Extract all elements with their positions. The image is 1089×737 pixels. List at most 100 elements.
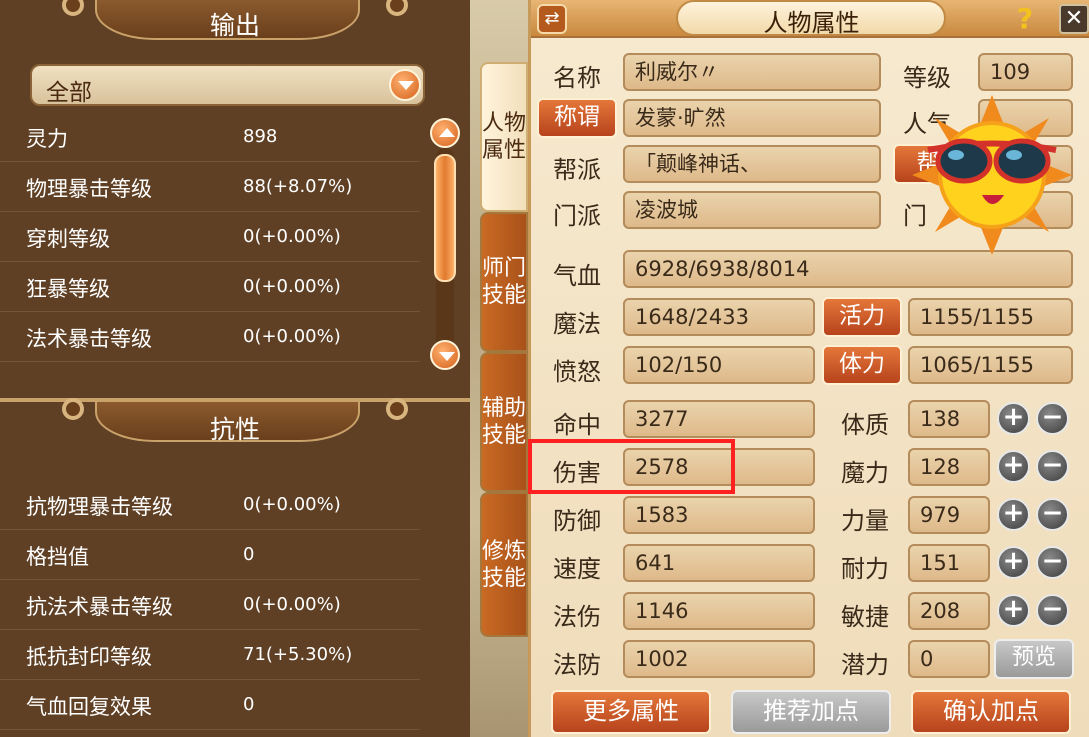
scroll-down-icon[interactable] — [430, 340, 460, 370]
stamina-field: 1065/1155 — [908, 346, 1073, 384]
tab-support-skills[interactable]: 辅助技能 — [480, 352, 528, 492]
vigor-field: 1155/1155 — [908, 298, 1073, 336]
help-icon[interactable]: ? — [1011, 2, 1039, 35]
guild-label: 帮派 — [553, 156, 601, 184]
stat-label: 气血回复效果 — [26, 695, 152, 719]
combat-stat-value: 1002 — [623, 640, 815, 678]
stat-value: 71(+5.30%) — [243, 644, 353, 665]
attribute-value: 979 — [908, 496, 990, 534]
window-titlebar: 人物属性 ⇄ ? ✕ — [531, 0, 1089, 38]
rage-label: 愤怒 — [553, 358, 601, 386]
output-stat-row: 物理暴击等级 88(+8.07%) — [0, 162, 420, 212]
attribute-label: 力量 — [841, 507, 889, 535]
combat-stat-label: 法伤 — [553, 603, 601, 631]
minus-icon[interactable]: − — [1036, 498, 1069, 531]
combat-stat-label: 命中 — [553, 411, 601, 439]
plus-icon[interactable]: + — [997, 402, 1030, 435]
stat-label: 抗法术暴击等级 — [26, 595, 173, 619]
resist-stat-row: 抗物理暴击等级 0(+0.00%) — [0, 480, 420, 530]
more-attributes-button[interactable]: 更多属性 — [551, 690, 711, 734]
combat-stat-label: 速度 — [553, 555, 601, 583]
output-section-header: 输出 — [0, 0, 470, 46]
swap-icon[interactable]: ⇄ — [537, 4, 567, 34]
tab-sect-skills[interactable]: 师门技能 — [480, 212, 528, 352]
stat-label: 灵力 — [26, 127, 68, 151]
preview-button[interactable]: 预览 — [994, 639, 1074, 679]
resist-stat-row: 抗法术暴击等级 0(+0.00%) — [0, 580, 420, 630]
sect-field: 凌波城 — [623, 191, 881, 229]
attribute-label: 耐力 — [841, 555, 889, 583]
name-label: 名称 — [553, 64, 601, 92]
resist-stat-row: 抵抗封印等级 71(+5.30%) — [0, 630, 420, 680]
stat-value: 898 — [243, 126, 278, 147]
output-stat-row: 灵力 898 — [0, 112, 420, 162]
stat-filter-selected: 全部 — [46, 80, 92, 106]
output-section-title: 输出 — [209, 11, 260, 40]
resist-stat-row: 气血回复效果 0 — [0, 680, 420, 730]
scrollbar-thumb[interactable] — [434, 154, 456, 282]
sect-label: 门派 — [553, 202, 601, 230]
tab-character-attributes[interactable]: 人物属性 — [480, 62, 528, 212]
minus-icon[interactable]: − — [1036, 402, 1069, 435]
attribute-value: 208 — [908, 592, 990, 630]
damage-highlight-box — [528, 439, 735, 494]
title-button[interactable]: 称谓 — [537, 98, 617, 138]
attribute-value: 151 — [908, 544, 990, 582]
plus-icon[interactable]: + — [997, 546, 1030, 579]
combat-stat-label: 防御 — [553, 507, 601, 535]
combat-stat-value: 3277 — [623, 400, 815, 438]
output-scrollbar[interactable] — [430, 118, 460, 380]
mp-field: 1648/2433 — [623, 298, 815, 336]
window-title: 人物属性 — [763, 9, 860, 37]
potential-label: 潜力 — [841, 651, 889, 679]
stat-label: 抗物理暴击等级 — [26, 495, 173, 519]
attribute-label: 敏捷 — [841, 603, 889, 631]
scroll-up-icon[interactable] — [430, 118, 460, 148]
output-stat-row: 狂暴等级 0(+0.00%) — [0, 262, 420, 312]
vigor-button[interactable]: 活力 — [822, 297, 902, 337]
stat-label: 抵抗封印等级 — [26, 645, 152, 669]
stat-filter-dropdown[interactable]: 全部 — [30, 64, 425, 106]
mp-label: 魔法 — [553, 310, 601, 338]
plus-icon[interactable]: + — [997, 498, 1030, 531]
rage-field: 102/150 — [623, 346, 815, 384]
stat-label: 物理暴击等级 — [26, 177, 152, 201]
guild-field: 「颠峰神话、 — [623, 145, 881, 183]
minus-icon[interactable]: − — [1036, 450, 1069, 483]
stat-value: 0(+0.00%) — [243, 594, 341, 615]
hp-label: 气血 — [553, 262, 601, 290]
stat-value: 0(+0.00%) — [243, 326, 341, 347]
attribute-value: 128 — [908, 448, 990, 486]
resist-section-title: 抗性 — [209, 415, 260, 444]
stat-label: 法术暴击等级 — [26, 327, 152, 351]
attribute-label: 魔力 — [841, 459, 889, 487]
combat-stat-value: 1146 — [623, 592, 815, 630]
stat-value: 88(+8.07%) — [243, 176, 353, 197]
potential-value: 0 — [908, 640, 990, 678]
minus-icon[interactable]: − — [1036, 546, 1069, 579]
stat-value: 0(+0.00%) — [243, 276, 341, 297]
sun-sunglasses-sticker-icon — [912, 95, 1072, 255]
close-icon[interactable]: ✕ — [1059, 4, 1089, 34]
stamina-button[interactable]: 体力 — [822, 345, 902, 385]
plus-icon[interactable]: + — [997, 594, 1030, 627]
confirm-points-button[interactable]: 确认加点 — [911, 690, 1071, 734]
stat-value: 0(+0.00%) — [243, 494, 341, 515]
plus-icon[interactable]: + — [997, 450, 1030, 483]
stat-value: 0 — [243, 694, 255, 715]
chevron-down-icon[interactable] — [389, 69, 421, 101]
tab-cultivation-skills[interactable]: 修炼技能 — [480, 492, 528, 637]
title-field: 发蒙·旷然 — [623, 99, 881, 137]
stat-label: 格挡值 — [26, 545, 89, 569]
level-label: 等级 — [903, 64, 951, 92]
name-field: 利威尔〃 — [623, 53, 881, 91]
level-field: 109 — [978, 53, 1073, 91]
stat-label: 穿刺等级 — [26, 227, 110, 251]
combat-stat-value: 641 — [623, 544, 815, 582]
output-stat-row: 穿刺等级 0(+0.00%) — [0, 212, 420, 262]
combat-stat-label: 法防 — [553, 651, 601, 679]
minus-icon[interactable]: − — [1036, 594, 1069, 627]
stat-value: 0(+0.00%) — [243, 226, 341, 247]
attribute-label: 体质 — [841, 411, 889, 439]
recommend-points-button[interactable]: 推荐加点 — [731, 690, 891, 734]
